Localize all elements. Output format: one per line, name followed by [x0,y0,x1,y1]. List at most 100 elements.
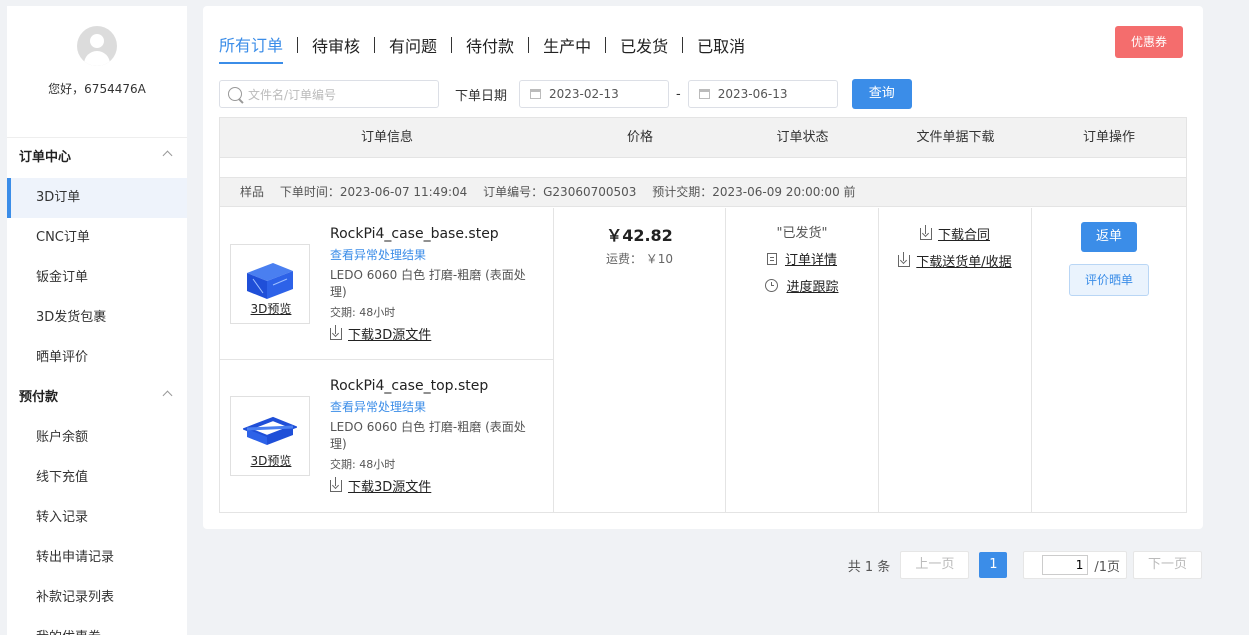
download-icon [330,324,342,340]
menu-group-label: 订单中心 [19,150,72,165]
download-3d-source[interactable]: 下载3D源文件 [330,476,530,495]
next-page-button[interactable]: 下一页 [1132,551,1202,579]
date-from-input[interactable]: 2023-02-13 [519,80,670,108]
date-to-input[interactable]: 2023-06-13 [687,80,838,108]
abnormal-result-link[interactable]: 查看异常处理结果 [330,246,530,263]
download-contract-link[interactable]: 下载合同 [879,224,1031,243]
search-row: 文件名/订单编号 下单日期 2023-02-13 - 2023-06-13 查询 [219,79,912,109]
sidebar-item-transfer-out[interactable]: 转出申请记录 [7,538,187,578]
download-icon [330,476,342,492]
sidebar-item-cnc-orders[interactable]: CNC订单 [7,218,187,258]
table-header: 订单信息 价格 订单状态 文件单据下载 订单操作 [220,118,1186,158]
progress-tracking-link[interactable]: 进度跟踪 [726,276,878,295]
calendar-icon [530,89,542,99]
chevron-up-icon [162,150,173,161]
shipping-fee: 运费： ￥10 [605,252,674,266]
page-number-current[interactable]: 1 [979,552,1008,578]
chevron-up-icon [162,390,173,401]
tab-all-orders[interactable]: 所有订单 [219,32,284,64]
header-price: 价格 [626,130,653,145]
tab-divider [451,37,453,53]
tab-pending-review[interactable]: 待审核 [312,33,360,63]
search-input[interactable]: 文件名/订单编号 [219,80,439,108]
order-summary-bar: 样品 下单时间：2023-06-07 11:49:04 订单编号：G230607… [220,178,1186,207]
download-3d-source-label: 下载3D源文件 [348,328,432,343]
sidebar-item-my-coupons[interactable]: 我的优惠券 [7,618,187,635]
date-label: 下单日期 [455,88,508,104]
order-items-column: 3D预览 RockPi4_case_base.step 查看异常处理结果 LED… [220,208,554,513]
file-name: RockPi4_case_base.step [330,226,499,242]
header-status: 订单状态 [776,130,829,145]
download-icon [898,251,911,267]
status-badge: "已发货" [776,226,828,241]
order-number: 订单编号：G23060700503 [483,185,637,199]
order-tabs: 所有订单 待审核 有问题 待付款 生产中 已发货 已取消 [219,32,745,64]
avatar[interactable] [77,26,117,66]
sidebar-item-reviews[interactable]: 晒单评价 [7,338,187,378]
header-order-info: 订单信息 [360,130,413,145]
tab-divider [605,37,607,53]
sidebar: 您好，6754476A 订单中心 3D订单 CNC订单 钣金订单 3D发货包裹 … [7,6,187,635]
status-column: "已发货" 订单详情 进度跟踪 [726,208,879,513]
list-item: 3D预览 RockPi4_case_base.step 查看异常处理结果 LED… [220,208,553,360]
tab-divider [682,37,684,53]
tab-cancelled[interactable]: 已取消 [697,33,745,63]
item-spec: LEDO 6060 白色 打磨-粗磨 (表面处理) [330,268,526,299]
order-detail-link[interactable]: 订单详情 [726,249,878,268]
total-count: 共 1 条 [847,559,891,575]
tab-shipped[interactable]: 已发货 [620,33,668,63]
download-contract-label: 下载合同 [937,228,990,243]
download-receipt-label: 下载送货单/收据 [916,255,1012,270]
tab-problem[interactable]: 有问题 [389,33,437,63]
order-body: 3D预览 RockPi4_case_base.step 查看异常处理结果 LED… [220,208,1186,513]
abnormal-result-link[interactable]: 查看异常处理结果 [330,398,530,415]
download-3d-source[interactable]: 下载3D源文件 [330,324,530,343]
model-thumbnail[interactable]: 3D预览 [230,396,310,476]
prev-page-button[interactable]: 上一页 [900,551,970,579]
item-spec: LEDO 6060 白色 打磨-粗磨 (表面处理) [330,420,526,451]
date-from-value: 2023-02-13 [549,87,619,101]
menu-group-label: 预付款 [19,390,59,405]
tab-in-production[interactable]: 生产中 [543,33,591,63]
page-jump: /1页 [1023,551,1127,579]
date-separator: - [676,86,681,102]
3d-preview-link[interactable]: 3D预览 [231,452,311,469]
reorder-button[interactable]: 返单 [1081,222,1137,252]
table-spacer [220,158,1186,178]
menu-group-order-center[interactable]: 订单中心 [7,138,187,178]
download-3d-source-label: 下载3D源文件 [348,480,432,495]
download-receipt-link[interactable]: 下载送货单/收据 [879,251,1031,270]
sidebar-item-supplement-records[interactable]: 补款记录列表 [7,578,187,618]
order-delivery: 预计交期：2023-06-09 20:00:00 前 [652,185,856,199]
coupon-button[interactable]: 优惠券 [1115,26,1183,58]
sidebar-item-3d-packages[interactable]: 3D发货包裹 [7,298,187,338]
price-column: ￥42.82 运费： ￥10 [554,208,726,513]
sidebar-item-offline-recharge[interactable]: 线下充值 [7,458,187,498]
search-placeholder: 文件名/订单编号 [248,87,337,102]
pagination: 共 1 条 上一页 1 /1页 下一页 [848,551,1202,579]
item-lead-time: 交期: 48小时 [330,458,396,471]
tab-divider [374,37,376,53]
page-jump-input[interactable] [1042,555,1089,575]
header-actions: 订单操作 [1082,130,1135,145]
tab-divider [528,37,530,53]
sidebar-item-sheet-metal-orders[interactable]: 钣金订单 [7,258,187,298]
calendar-icon [698,89,710,99]
3d-preview-link[interactable]: 3D预览 [231,300,311,317]
query-button[interactable]: 查询 [851,79,912,109]
sidebar-item-balance[interactable]: 账户余额 [7,418,187,458]
actions-column: 返单 评价晒单 [1032,208,1186,513]
document-icon [766,252,777,265]
part-top-icon [243,416,297,445]
menu-group-prepayment[interactable]: 预付款 [7,378,187,418]
profile-section: 您好，6754476A [7,26,187,138]
downloads-column: 下载合同 下载送货单/收据 [879,208,1032,513]
clock-icon [765,279,779,292]
sidebar-item-transfer-in[interactable]: 转入记录 [7,498,187,538]
model-thumbnail[interactable]: 3D预览 [230,244,310,324]
tab-pending-payment[interactable]: 待付款 [466,33,514,63]
review-button[interactable]: 评价晒单 [1069,264,1149,296]
list-item: 3D预览 RockPi4_case_top.step 查看异常处理结果 LEDO… [220,360,553,512]
sidebar-item-3d-orders[interactable]: 3D订单 [7,178,187,218]
order-price: ￥42.82 [606,226,673,245]
